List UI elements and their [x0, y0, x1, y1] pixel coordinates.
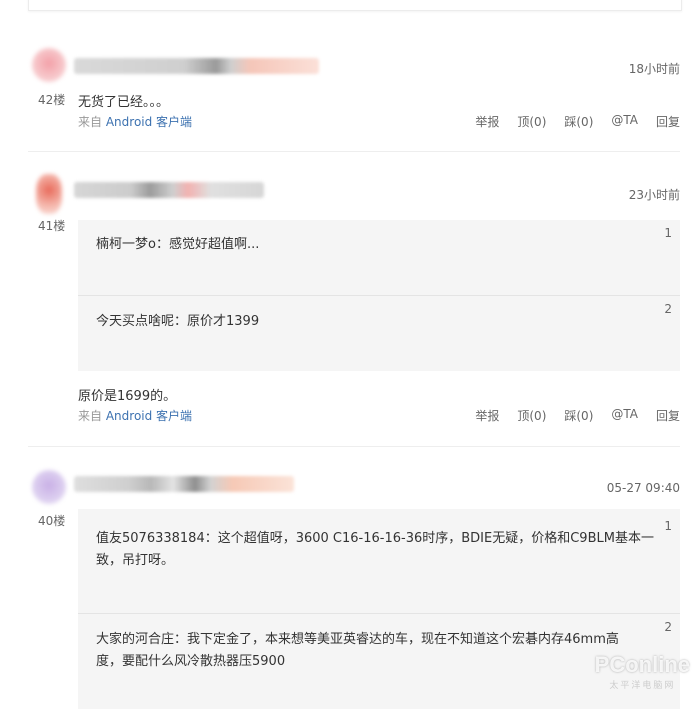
comment-source: 来自 Android 客户端 — [78, 407, 192, 424]
watermark-logo: PConline — [594, 652, 690, 677]
quote-item: 2 大家的河合庄：我下定金了，本来想等美亚英睿达的车，现在不知道这个宏碁内存46… — [78, 614, 680, 714]
quote-username[interactable]: 大家的河合庄： — [96, 632, 187, 647]
quote-text: 楠柯一梦o：感觉好超值啊... — [96, 234, 259, 256]
comment-divider — [28, 446, 680, 447]
user-avatar[interactable] — [36, 174, 62, 214]
quote-username[interactable]: 楠柯一梦o： — [96, 237, 169, 252]
quote-item: 2 今天买点啥呢：原价才1399 — [78, 296, 680, 371]
comment-actions: 举报 顶(0) 踩(0) @TA 回复 — [457, 113, 680, 130]
quote-text: 值友5076338184：这个超值呀，3600 C16-16-16-36时序，B… — [96, 528, 654, 572]
quote-body: 原价才1399 — [187, 314, 260, 329]
quote-body-line2: 度，要配什么风冷散热器压5900 — [96, 654, 286, 669]
comment-source: 来自 Android 客户端 — [78, 113, 192, 130]
comment-41: 23小时前 41楼 1 楠柯一梦o：感觉好超值啊... 2 今天买点啥呢：原价才… — [28, 170, 680, 445]
watermark-subtitle: 太平洋电脑网 — [609, 681, 676, 691]
upvote-button[interactable]: 顶(0) — [517, 113, 546, 130]
username-blurred[interactable] — [74, 476, 294, 492]
comment-time: 18小时前 — [628, 62, 680, 76]
user-avatar[interactable] — [32, 470, 66, 504]
quote-block: 1 楠柯一梦o：感觉好超值啊... 2 今天买点啥呢：原价才1399 — [78, 220, 680, 371]
comment-time: 23小时前 — [628, 188, 680, 202]
comment-actions: 举报 顶(0) 踩(0) @TA 回复 — [457, 407, 680, 424]
mention-button[interactable]: @TA — [611, 113, 638, 130]
quote-number: 2 — [664, 302, 672, 316]
quote-body-line1: 我下定金了，本来想等美亚英睿达的车，现在不知道这个宏碁内存46mm高 — [187, 632, 619, 647]
floor-number: 42楼 — [38, 93, 66, 107]
quote-number: 1 — [664, 226, 672, 240]
downvote-button[interactable]: 踩(0) — [564, 113, 593, 130]
quote-body: 感觉好超值啊... — [168, 237, 260, 252]
comment-text: 原价是1699的。 — [78, 389, 177, 404]
downvote-button[interactable]: 踩(0) — [564, 407, 593, 424]
quote-text: 今天买点啥呢：原价才1399 — [96, 311, 259, 333]
quote-block: 1 值友5076338184：这个超值呀，3600 C16-16-16-36时序… — [78, 509, 680, 709]
quote-number: 2 — [664, 620, 672, 634]
floor-number: 40楼 — [38, 514, 66, 528]
reply-button[interactable]: 回复 — [656, 407, 680, 424]
quote-item: 1 值友5076338184：这个超值呀，3600 C16-16-16-36时序… — [78, 509, 680, 612]
quote-username[interactable]: 值友5076338184： — [96, 531, 218, 546]
quote-body-line1: 这个超值呀，3600 C16-16-16-36时序，BDIE无疑，价格和C9BL… — [217, 531, 654, 546]
floor-number: 41楼 — [38, 219, 66, 233]
comment-text: 无货了已经。。。 — [78, 95, 170, 110]
reply-button[interactable]: 回复 — [656, 113, 680, 130]
mention-button[interactable]: @TA — [611, 407, 638, 424]
username-blurred[interactable] — [74, 58, 319, 74]
quote-text: 大家的河合庄：我下定金了，本来想等美亚英睿达的车，现在不知道这个宏碁内存46mm… — [96, 629, 619, 673]
report-button[interactable]: 举报 — [475, 407, 499, 424]
username-blurred[interactable] — [74, 182, 264, 198]
quote-body-line2: 致，吊打呀。 — [96, 553, 175, 568]
source-link[interactable]: Android 客户端 — [106, 409, 192, 423]
comment-42: 18小时前 42楼 无货了已经。。。 来自 Android 客户端 举报 顶(0… — [28, 40, 680, 150]
quote-item: 1 楠柯一梦o：感觉好超值啊... — [78, 220, 680, 295]
quote-username[interactable]: 今天买点啥呢： — [96, 314, 187, 329]
source-prefix: 来自 — [78, 115, 103, 129]
source-link[interactable]: Android 客户端 — [106, 115, 192, 129]
user-avatar[interactable] — [32, 48, 66, 82]
quote-number: 1 — [664, 519, 672, 533]
upvote-button[interactable]: 顶(0) — [517, 407, 546, 424]
previous-card-bottom — [28, 0, 682, 11]
site-watermark: PConline 太平洋电脑网 — [595, 652, 690, 691]
comment-40: 05-27 09:40 40楼 1 值友5076338184：这个超值呀，360… — [28, 464, 680, 709]
comment-time: 05-27 09:40 — [606, 481, 680, 495]
report-button[interactable]: 举报 — [475, 113, 499, 130]
source-prefix: 来自 — [78, 409, 103, 423]
comment-divider — [28, 151, 680, 152]
